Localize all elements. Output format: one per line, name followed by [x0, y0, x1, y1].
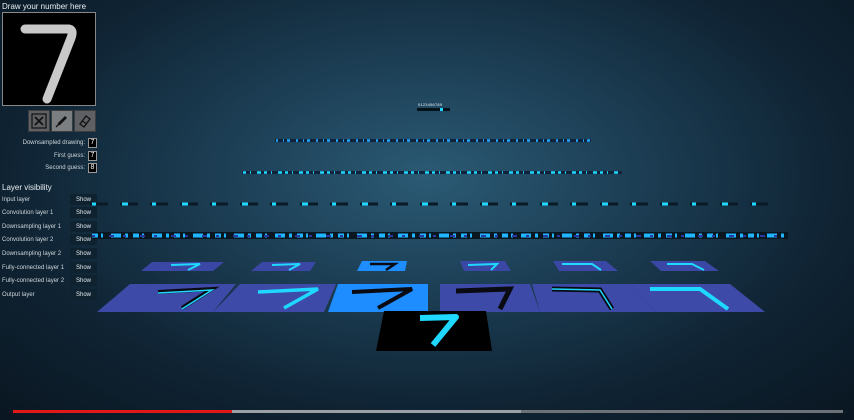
network-visualization[interactable] [0, 0, 854, 420]
played-progress [13, 410, 233, 413]
downsampling-layer-1 [141, 261, 719, 272]
output-layer [417, 108, 450, 111]
fully-connected-layer-2 [275, 139, 591, 142]
convolution-layer-2 [92, 232, 788, 239]
convolution-layer-1 [97, 284, 765, 312]
input-layer [376, 311, 492, 351]
fully-connected-layer-1 [242, 171, 622, 174]
video-progress-bar[interactable] [13, 410, 843, 413]
